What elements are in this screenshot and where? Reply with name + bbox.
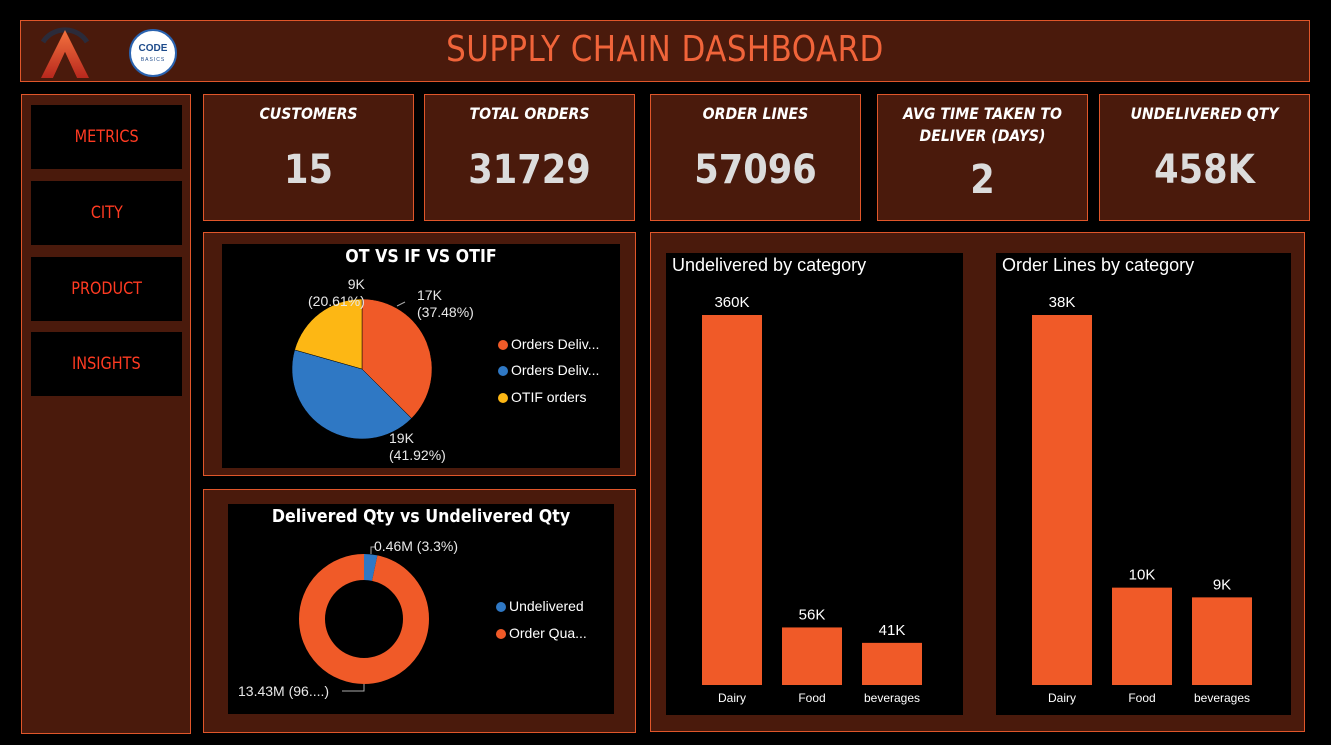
nav-insights-label: INSIGHTS [72, 354, 141, 374]
bar-data-label: 38K [1049, 294, 1076, 311]
x-tick-label: Food [798, 691, 825, 705]
bar-data-label: 10K [1129, 567, 1156, 584]
kpi-order-lines-card: ORDER LINES 57096 [650, 94, 861, 221]
nav-metrics-label: METRICS [74, 127, 139, 147]
pie-legend-item[interactable]: Orders Deliv... [498, 362, 599, 378]
kpi-customers-value: 15 [283, 147, 333, 193]
kpi-avg-time-value: 2 [970, 157, 995, 203]
kpi-undelivered-qty-value: 458K [1154, 147, 1255, 193]
kpi-total-orders-label: TOTAL ORDERS [469, 104, 590, 123]
bar[interactable] [1112, 587, 1172, 685]
x-tick-label: Dairy [1048, 691, 1076, 705]
bar-data-label: 56K [799, 606, 826, 623]
bar[interactable] [862, 642, 922, 685]
donut-legend-item[interactable]: Undelivered [496, 598, 584, 614]
kpi-total-orders-card: TOTAL ORDERS 31729 [424, 94, 635, 221]
donut-legend-item[interactable]: Order Qua... [496, 625, 587, 641]
atliq-logo [40, 27, 90, 78]
legend-dot-icon [498, 340, 508, 350]
x-tick-label: Food [1128, 691, 1155, 705]
pie-legend-label: Orders Deliv... [511, 362, 600, 378]
pie-legend-label: Orders Deliv... [511, 336, 600, 352]
bar-data-label: 360K [714, 294, 749, 311]
nav-insights-button[interactable]: INSIGHTS [31, 332, 182, 396]
pie-chart-area: OT VS IF VS OTIF 9K (20.61%) 17K (37.48%) … [222, 244, 620, 468]
pie-otif-value: 9K [347, 276, 365, 292]
legend-dot-icon [498, 393, 508, 403]
kpi-total-orders-value: 31729 [468, 147, 591, 193]
donut-chart-panel: Delivered Qty vs Undelivered Qty 0.46M (… [203, 489, 636, 733]
page-title: SUPPLY CHAIN DASHBOARD [446, 29, 884, 70]
pie-if-value: 19K [389, 430, 414, 446]
pie-otif-pct: 20.61% [312, 293, 361, 309]
x-tick-label: beverages [864, 691, 920, 705]
legend-dot-icon [496, 629, 506, 639]
kpi-undelivered-qty-label: UNDELIVERED QTY [1130, 104, 1279, 123]
nav-metrics-button[interactable]: METRICS [31, 105, 182, 169]
nav-city-label: CITY [90, 203, 123, 223]
undelivered-bar-svg: 360K Dairy 56K Food 41K beverages [702, 294, 922, 705]
donut-ordered-label: 13.43M (96....) [238, 683, 330, 699]
bar-data-label: 9K [1213, 576, 1231, 593]
order-lines-bar-chart: Order Lines by category 38K Dairy 10K Food 9… [996, 253, 1291, 715]
header-bar: CODE BASICS SUPPLY CHAIN DASHBOARD [20, 20, 1310, 82]
pie-slice-if-label: 19K (41.92%) [389, 430, 446, 463]
kpi-order-lines-value: 57096 [694, 147, 817, 193]
donut-legend-label: Undelivered [509, 598, 584, 614]
kpi-customers-card: CUSTOMERS 15 [203, 94, 414, 221]
pie-ot-pct: 37.48% [421, 304, 470, 320]
order-lines-bar-svg: 38K Dairy 10K Food 9K beverages [1032, 294, 1252, 705]
bar[interactable] [702, 315, 762, 685]
donut-undelivered-label: 0.46M (3.3%) [374, 538, 459, 554]
bar-charts-panel: Undelivered by category 360K Dairy 56K Food… [650, 232, 1305, 732]
donut-slice[interactable] [299, 554, 429, 684]
pie-ot-value: 17K [417, 287, 442, 303]
kpi-order-lines-label: ORDER LINES [702, 104, 809, 123]
donut-legend-label: Order Qua... [509, 625, 587, 641]
sidebar: METRICS CITY PRODUCT INSIGHTS [21, 94, 191, 734]
pie-chart-panel: OT VS IF VS OTIF 9K (20.61%) 17K (37.48%) … [203, 232, 636, 476]
undelivered-bar-chart: Undelivered by category 360K Dairy 56K Food… [666, 253, 963, 715]
x-tick-label: beverages [1194, 691, 1250, 705]
pie-slice-otif-label: 9K (20.61%) [308, 276, 365, 309]
pie-legend-item[interactable]: Orders Deliv... [498, 336, 599, 352]
pie-legend-item[interactable]: OTIF orders [498, 389, 586, 405]
bar[interactable] [1192, 597, 1252, 685]
kpi-avg-time-label: AVG TIME TAKEN TO DELIVER (DAYS) [903, 104, 1062, 145]
pie-slice-ot-label: 17K (37.48%) [417, 287, 474, 320]
bar[interactable] [1032, 315, 1092, 685]
bar-data-label: 41K [879, 622, 906, 639]
pie-if-pct: 41.92% [393, 447, 442, 463]
kpi-undelivered-qty-card: UNDELIVERED QTY 458K [1099, 94, 1310, 221]
nav-product-label: PRODUCT [71, 279, 142, 299]
x-tick-label: Dairy [718, 691, 746, 705]
bar[interactable] [782, 627, 842, 685]
kpi-customers-label: CUSTOMERS [259, 104, 358, 123]
donut-chart-area: Delivered Qty vs Undelivered Qty 0.46M (… [228, 504, 614, 714]
kpi-avg-time-card: AVG TIME TAKEN TO DELIVER (DAYS) 2 [877, 94, 1088, 221]
nav-product-button[interactable]: PRODUCT [31, 257, 182, 321]
legend-dot-icon [496, 602, 506, 612]
legend-dot-icon [498, 366, 508, 376]
pie-legend-label: OTIF orders [511, 389, 587, 405]
nav-city-button[interactable]: CITY [31, 181, 182, 245]
